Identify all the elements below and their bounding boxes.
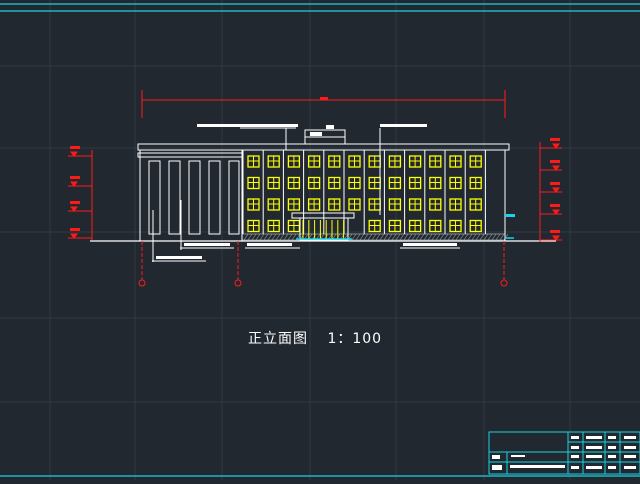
window — [408, 155, 422, 168]
right-elevation-marks — [539, 138, 562, 242]
window — [388, 176, 402, 190]
window — [469, 219, 482, 233]
window — [247, 219, 260, 233]
window — [328, 155, 341, 168]
window — [408, 198, 422, 211]
left-wing-panels — [148, 160, 240, 262]
window — [287, 176, 301, 190]
window — [449, 219, 462, 233]
window — [328, 176, 341, 190]
window — [368, 198, 381, 211]
drawing-caption: 正立面图 1：100 — [248, 328, 382, 348]
window — [429, 198, 442, 211]
window — [408, 176, 422, 190]
window — [287, 198, 301, 211]
window — [429, 176, 442, 190]
overall-dimension — [141, 90, 506, 118]
window — [287, 219, 301, 233]
elevation-mark — [68, 228, 92, 239]
elevation-mark — [540, 182, 562, 193]
window — [368, 155, 381, 168]
window — [469, 176, 482, 190]
window — [388, 155, 402, 168]
window — [449, 198, 462, 211]
elevation-mark — [68, 201, 92, 212]
side-canopy — [505, 214, 515, 217]
elevation-mark — [540, 138, 562, 149]
window — [449, 155, 462, 168]
window — [267, 176, 280, 190]
window — [469, 198, 482, 211]
window — [469, 155, 482, 168]
window — [449, 176, 462, 190]
window — [368, 176, 381, 190]
elevation-mark — [540, 160, 562, 171]
elevation-drawing — [0, 0, 640, 480]
window — [348, 176, 361, 190]
window — [247, 176, 260, 190]
window — [267, 198, 280, 211]
window — [328, 198, 341, 211]
window — [267, 155, 280, 168]
caption-title: 正立面图 — [248, 331, 308, 347]
window — [429, 155, 442, 168]
elevation-mark — [540, 204, 562, 215]
left-elevation-marks — [68, 146, 93, 240]
ground-hatch — [241, 233, 509, 241]
window — [388, 198, 402, 211]
caption-scale: 1：100 — [327, 331, 383, 347]
cad-drawing-canvas[interactable]: 正立面图 1：100 — [0, 0, 640, 480]
window — [287, 155, 301, 168]
title-block[interactable] — [488, 431, 640, 475]
window — [247, 198, 260, 211]
window — [267, 219, 280, 233]
window — [368, 219, 381, 233]
window — [408, 219, 422, 233]
window — [388, 219, 402, 233]
window — [247, 155, 260, 168]
elevation-mark — [68, 176, 92, 187]
window — [429, 219, 442, 233]
window — [348, 155, 361, 168]
window — [348, 198, 361, 211]
